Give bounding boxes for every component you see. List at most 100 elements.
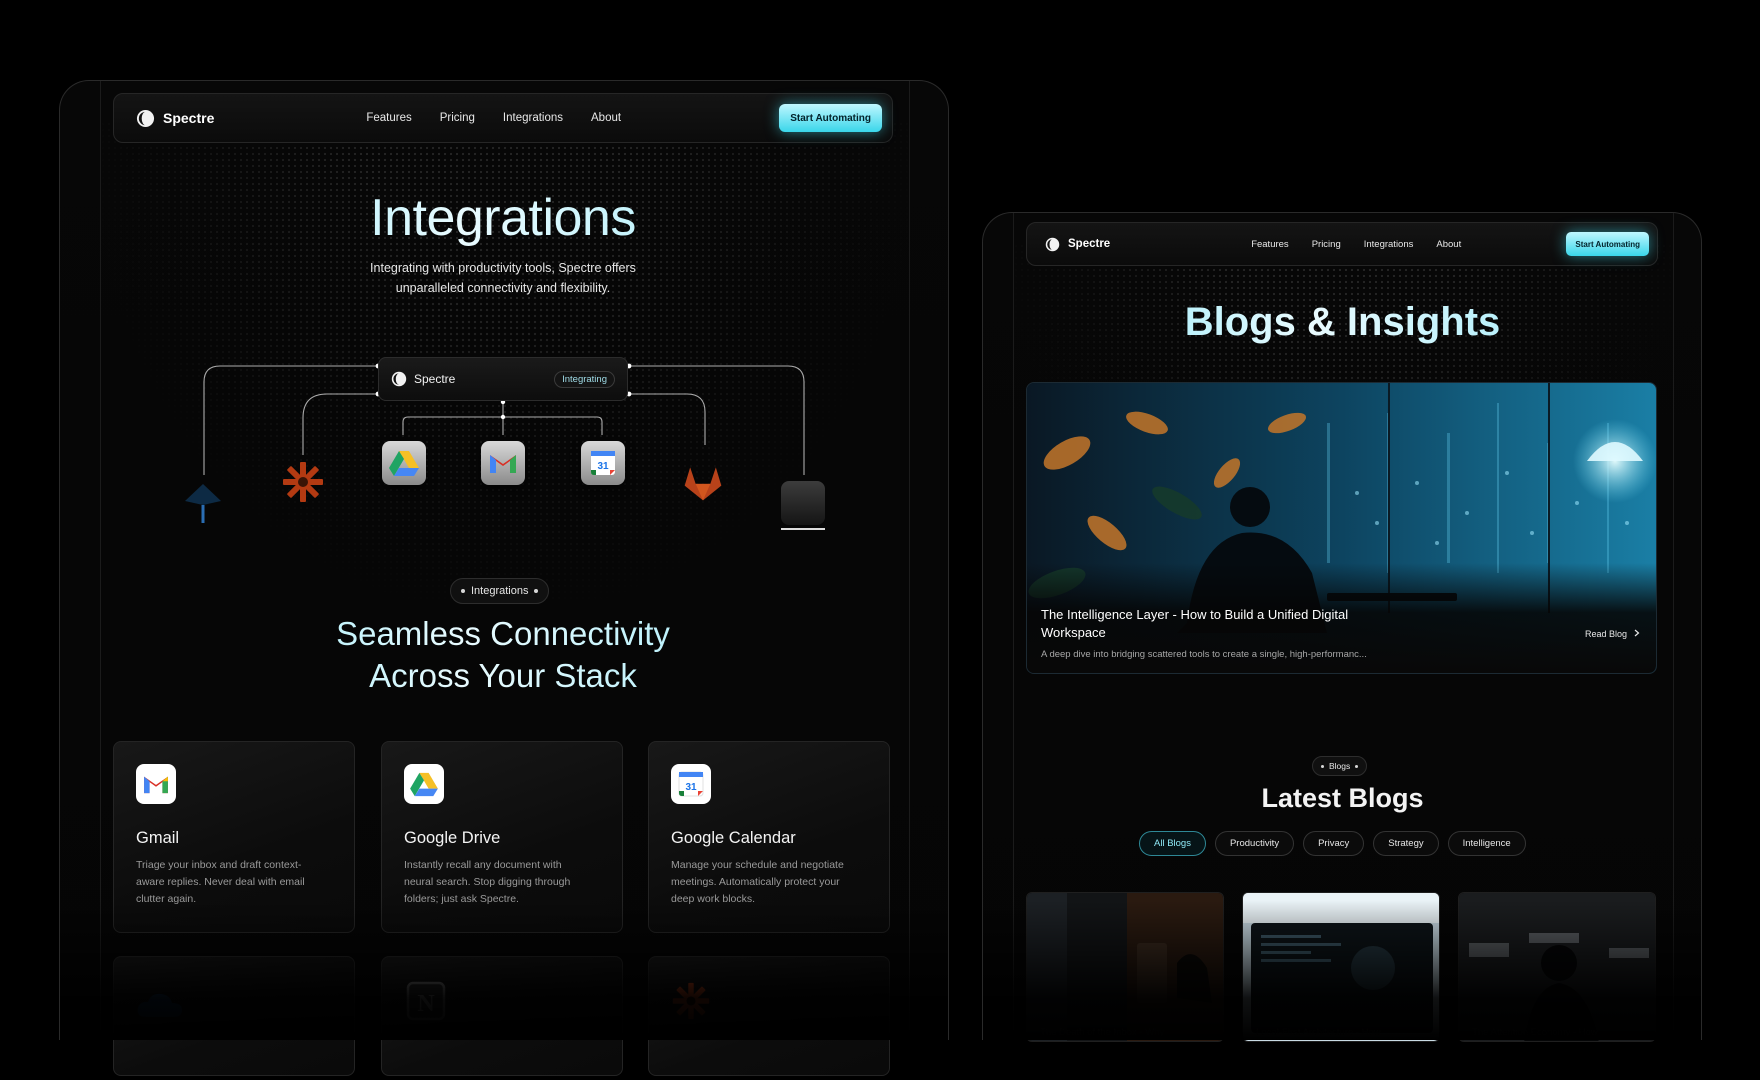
- blog-filter-tabs: All Blogs Productivity Privacy Strategy …: [1139, 831, 1526, 856]
- blog-card-title: The Attention Economy - How: [1472, 1027, 1598, 1038]
- card-title: Google Drive: [404, 829, 501, 847]
- blog-card[interactable]: Local-First Architecture - How: [1242, 892, 1440, 1042]
- nav-link-integrations[interactable]: Integrations: [1364, 239, 1414, 250]
- section-title-line-1: Seamless Connectivity: [336, 615, 670, 652]
- card-desc-line: aware replies. Never deal with email: [136, 876, 305, 888]
- card-desc-line: meetings. Automatically protect your: [671, 876, 840, 888]
- card-desc-line: folders; just ask Spectre.: [404, 893, 519, 905]
- app-icon-underline: [781, 528, 825, 530]
- page-title: Integrations: [103, 188, 903, 248]
- subtitle-line-2: unparalleled connectivity and flexibilit…: [395, 281, 611, 295]
- section-title: Seamless Connectivity Across Your Stack: [103, 613, 903, 697]
- onedrive-icon: [136, 989, 332, 1024]
- pill-dot: [534, 589, 539, 593]
- pill-label: Integrations: [471, 585, 529, 597]
- zapier-icon: [281, 460, 325, 504]
- gitlab-icon: [681, 460, 725, 504]
- spectre-logo-icon: [136, 109, 155, 128]
- integration-card-onedrive[interactable]: [113, 956, 355, 1076]
- integration-card-notion[interactable]: N: [381, 956, 623, 1076]
- card-desc-line: deep work blocks.: [671, 893, 756, 905]
- filter-all-blogs[interactable]: All Blogs: [1139, 831, 1206, 856]
- svg-text:31: 31: [685, 782, 697, 793]
- blog-card-image: [1027, 893, 1223, 1041]
- brand-name: Spectre: [163, 110, 215, 126]
- google-drive-icon: [404, 764, 444, 804]
- integration-card-google-calendar[interactable]: 31 Google Calendar Manage your schedule …: [648, 741, 890, 933]
- brand[interactable]: Spectre: [136, 109, 214, 128]
- featured-blog-title: The Intelligence Layer - How to Build a …: [1041, 607, 1349, 640]
- brand-name: Spectre: [1068, 238, 1111, 250]
- card-desc-line: Triage your inbox and draft context-: [136, 859, 302, 871]
- top-nav: Spectre Features Pricing Integrations Ab…: [1026, 222, 1658, 266]
- svg-text:31: 31: [597, 461, 609, 472]
- blog-card-title: Local-First Architecture - How: [1256, 1027, 1381, 1038]
- blog-card-image: [1243, 893, 1439, 1041]
- section-title-line-2: Across Your Stack: [369, 657, 637, 694]
- card-desc-line: neural search. Stop digging through: [404, 876, 571, 888]
- latest-blogs-title: Latest Blogs: [1261, 783, 1424, 813]
- nav-link-pricing[interactable]: Pricing: [1312, 239, 1341, 250]
- card-description: Triage your inbox and draft context- awa…: [136, 857, 332, 908]
- top-nav: Spectre Features Pricing Integrations Ab…: [113, 93, 893, 143]
- brand[interactable]: Spectre: [1045, 237, 1110, 252]
- left-guide-line: [100, 81, 101, 1040]
- spectre-hub-node: Spectre Integrating: [378, 357, 628, 401]
- featured-blog-description: A deep dive into bridging scattered tool…: [1041, 649, 1367, 660]
- blog-card[interactable]: The Death of the Inbox - Why: [1026, 892, 1224, 1042]
- blog-card-image: [1459, 893, 1655, 1041]
- card-desc-line: Instantly recall any document with: [404, 859, 562, 871]
- blog-card-title: The Death of the Inbox - Why: [1040, 1027, 1165, 1038]
- svg-text:N: N: [417, 991, 435, 1017]
- integration-card-gmail[interactable]: Gmail Triage your inbox and draft contex…: [113, 741, 355, 933]
- google-calendar-icon: 31: [581, 441, 625, 485]
- filter-intelligence[interactable]: Intelligence: [1447, 831, 1526, 856]
- chevron-right-icon: [1634, 629, 1640, 639]
- nav-link-features[interactable]: Features: [1251, 239, 1289, 250]
- card-title: Gmail: [136, 829, 180, 847]
- spectre-logo-icon: [391, 371, 407, 387]
- card-description: Manage your schedule and negotiate meeti…: [671, 857, 867, 908]
- read-blog-link[interactable]: Read Blog: [1585, 629, 1640, 639]
- zapier-icon: [671, 981, 867, 1026]
- blogs-pill: Blogs: [1312, 756, 1368, 776]
- gmail-icon: [481, 441, 525, 485]
- integration-card-google-drive[interactable]: Google Drive Instantly recall any docume…: [381, 741, 623, 933]
- nav-link-pricing[interactable]: Pricing: [440, 112, 475, 124]
- page-subtitle: Integrating with productivity tools, Spe…: [323, 258, 683, 298]
- filter-productivity[interactable]: Productivity: [1214, 831, 1295, 856]
- pill-label: Blogs: [1329, 761, 1351, 771]
- card-desc-line: Manage your schedule and negotiate: [671, 859, 844, 871]
- gmail-icon: [136, 764, 176, 804]
- featured-blog-card[interactable]: The Intelligence Layer - How to Build a …: [1026, 382, 1657, 674]
- nav-links: Features Pricing Integrations About: [366, 112, 621, 124]
- pill-dot: [1355, 764, 1359, 768]
- start-automating-button[interactable]: Start Automating: [1566, 232, 1649, 256]
- google-calendar-icon: 31: [671, 764, 711, 804]
- nav-links: Features Pricing Integrations About: [1251, 239, 1461, 250]
- blog-card[interactable]: The Attention Economy - How: [1458, 892, 1656, 1042]
- start-automating-button[interactable]: Start Automating: [779, 104, 882, 132]
- nav-link-about[interactable]: About: [1436, 239, 1461, 250]
- integration-card-zapier[interactable]: [648, 956, 890, 1076]
- right-guide-line: [909, 81, 910, 1040]
- integrations-pill: Integrations: [450, 578, 550, 604]
- linear-icon: [181, 481, 225, 525]
- nav-link-features[interactable]: Features: [366, 112, 411, 124]
- card-title: Google Calendar: [671, 829, 796, 847]
- google-drive-icon: [382, 441, 426, 485]
- read-blog-label: Read Blog: [1584, 629, 1627, 639]
- subtitle-line-1: Integrating with productivity tools, Spe…: [370, 261, 636, 275]
- spectre-logo-icon: [1045, 237, 1060, 252]
- pill-dot: [461, 589, 465, 593]
- hub-node-name: Spectre: [414, 372, 456, 386]
- card-desc-line: clutter again.: [136, 893, 197, 905]
- app-icon: [781, 481, 825, 530]
- nav-link-about[interactable]: About: [591, 112, 621, 124]
- nav-link-integrations[interactable]: Integrations: [503, 112, 563, 124]
- filter-strategy[interactable]: Strategy: [1373, 831, 1439, 856]
- filter-privacy[interactable]: Privacy: [1303, 831, 1365, 856]
- notion-icon: N: [404, 979, 600, 1028]
- integrating-badge: Integrating: [554, 370, 615, 388]
- card-description: Instantly recall any document with neura…: [404, 857, 600, 908]
